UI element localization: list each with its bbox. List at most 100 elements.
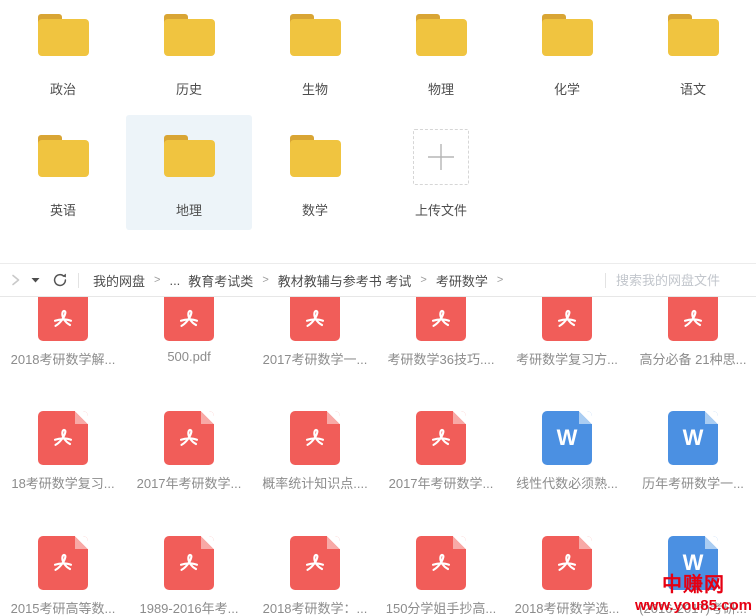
folder-label: 政治 (50, 79, 76, 98)
file-name: 150分学姐手抄高... (386, 598, 497, 616)
file-item[interactable]: W (2016-2017)考研... (630, 536, 756, 616)
pdf-file-icon (38, 536, 88, 590)
folder-icon (161, 12, 218, 58)
folded-corner (705, 536, 718, 549)
breadcrumb-item[interactable]: 教育考试类 (188, 271, 253, 290)
breadcrumb-separator: > (420, 274, 426, 286)
file-name: 2017考研数学一... (263, 349, 368, 368)
folder-item-语文[interactable]: 语文 (630, 0, 756, 115)
folder-grid: 政治 历史 生物物理 化学 语文英语 地理数学 上传文件 (0, 0, 756, 230)
plus-icon (426, 142, 456, 172)
folder-row: 英语 地理数学 上传文件 (0, 115, 756, 230)
acrobat-glyph-icon (48, 304, 78, 334)
folded-corner (579, 536, 592, 549)
pdf-file-icon (416, 297, 466, 341)
file-name: 概率统计知识点.... (262, 473, 367, 492)
folder-label: 化学 (554, 79, 580, 98)
file-item[interactable]: 18考研数学复习... (0, 411, 126, 492)
netdisk-window: 政治 历史 生物物理 化学 语文英语 地理数学 上传文件 我的网盘 >... 教育考试类 > 教材教… (0, 0, 756, 616)
acrobat-glyph-icon (426, 304, 456, 334)
folder-icon (35, 133, 92, 179)
file-row: 18考研数学复习... 2017年考研数学... 概率统计知识点.... 2017年考… (0, 411, 756, 492)
file-item[interactable]: 1989-2016年考... (126, 536, 252, 616)
file-name: 2015考研高等数... (11, 598, 116, 616)
file-item[interactable]: 2018考研数学解... (0, 297, 126, 368)
acrobat-glyph-icon (300, 548, 330, 578)
file-name: 18考研数学复习... (11, 473, 114, 492)
file-item[interactable]: 2017年考研数学... (378, 411, 504, 492)
file-name: 2018考研数学：... (263, 598, 368, 616)
search-divider (605, 273, 606, 288)
chevron-right-icon[interactable] (10, 274, 21, 286)
file-name: 500.pdf (167, 349, 210, 364)
file-name: (2016-2017)考研... (639, 598, 747, 616)
folded-corner (579, 411, 592, 424)
folded-corner (453, 536, 466, 549)
folder-item-化学[interactable]: 化学 (504, 0, 630, 115)
file-name: 高分必备 21种思... (640, 349, 747, 368)
upload-file-button[interactable]: 上传文件 (378, 115, 504, 230)
folded-corner (327, 536, 340, 549)
search-input[interactable] (616, 273, 744, 288)
folder-item-生物[interactable]: 生物 (252, 0, 378, 115)
toolbar-divider (78, 273, 79, 288)
file-item[interactable]: W 线性代数必须熟... (504, 411, 630, 492)
file-item[interactable]: 2017考研数学一... (252, 297, 378, 368)
acrobat-glyph-icon (426, 548, 456, 578)
file-item[interactable]: 500.pdf (126, 297, 252, 368)
folder-item-历史[interactable]: 历史 (126, 0, 252, 115)
breadcrumb-item[interactable]: 我的网盘 (93, 271, 145, 290)
folder-icon (665, 12, 722, 58)
file-item[interactable]: 2018考研数学：... (252, 536, 378, 616)
file-item[interactable]: 概率统计知识点.... (252, 411, 378, 492)
file-item[interactable]: W历年考研数学一... (630, 411, 756, 492)
folder-item-英语[interactable]: 英语 (0, 115, 126, 230)
folder-label: 数学 (302, 200, 328, 219)
folded-corner (705, 411, 718, 424)
file-item[interactable]: 2015考研高等数... (0, 536, 126, 616)
file-item[interactable]: 考研数学36技巧.... (378, 297, 504, 368)
folder-item-物理[interactable]: 物理 (378, 0, 504, 115)
file-item[interactable]: 2017年考研数学... (126, 411, 252, 492)
file-item[interactable]: 2018考研数学选... (504, 536, 630, 616)
breadcrumb-item[interactable]: ... (169, 273, 180, 288)
acrobat-glyph-icon (552, 548, 582, 578)
pdf-file-icon (416, 536, 466, 590)
folder-label: 历史 (176, 79, 202, 98)
breadcrumb: 我的网盘>...教育考试类>教材教辅与参考书 考试>考研数学> (89, 271, 508, 290)
breadcrumb-item[interactable]: 教材教辅与参考书 考试 (278, 271, 412, 290)
word-file-icon: W (542, 411, 592, 465)
acrobat-glyph-icon (426, 423, 456, 453)
caret-down-icon[interactable] (31, 277, 40, 283)
refresh-icon[interactable] (52, 272, 68, 288)
breadcrumb-separator: > (262, 274, 268, 286)
file-row: 2018考研数学解... 500.pdf 2017考研数学一... 考研数学36技巧.… (0, 297, 756, 368)
file-item[interactable]: 高分必备 21种思... (630, 297, 756, 368)
folded-corner (453, 411, 466, 424)
acrobat-glyph-icon (174, 304, 204, 334)
pdf-file-icon (164, 536, 214, 590)
pdf-file-icon (164, 411, 214, 465)
folder-item-地理[interactable]: 地理 (126, 115, 252, 230)
folded-corner (201, 536, 214, 549)
folder-icon (287, 133, 344, 179)
acrobat-glyph-icon (300, 423, 330, 453)
file-item[interactable]: 150分学姐手抄高... (378, 536, 504, 616)
file-item[interactable]: 考研数学复习方... (504, 297, 630, 368)
pdf-file-icon (38, 411, 88, 465)
search-area (595, 273, 744, 288)
file-grid: 2018考研数学解... 500.pdf 2017考研数学一... 考研数学36技巧.… (0, 297, 756, 616)
folder-item-数学[interactable]: 数学 (252, 115, 378, 230)
acrobat-glyph-icon (678, 304, 708, 334)
upload-dropzone[interactable] (413, 129, 469, 185)
folded-corner (327, 411, 340, 424)
folder-label: 上传文件 (415, 200, 467, 219)
folder-label: 英语 (50, 200, 76, 219)
pdf-file-icon (668, 297, 718, 341)
folder-item-政治[interactable]: 政治 (0, 0, 126, 115)
breadcrumb-item[interactable]: 考研数学 (436, 271, 488, 290)
word-file-icon: W (668, 536, 718, 590)
file-name: 线性代数必须熟... (516, 473, 618, 492)
folder-label: 物理 (428, 79, 454, 98)
folded-corner (75, 411, 88, 424)
